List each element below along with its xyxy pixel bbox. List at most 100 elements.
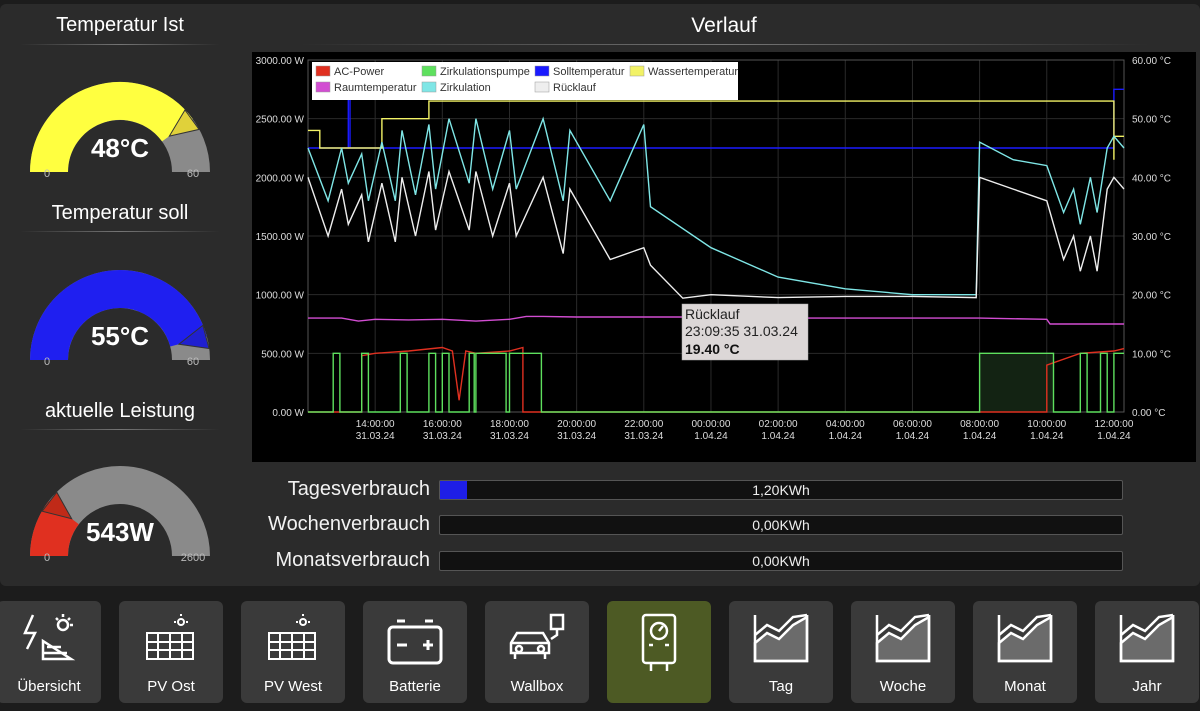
y-left-tick-label: 1000.00 W (256, 291, 305, 302)
gauge-title-aktuelle-leistung: aktuelle Leistung (44, 400, 196, 422)
gauge-max-label: 60 (187, 356, 199, 368)
gauge-aktuelle-leistung: 543W 0 2600 (30, 466, 210, 564)
consumption-value: 0,00KWh (752, 517, 810, 533)
consumption-label: Monatsverbrauch (275, 549, 430, 571)
consumption-value: 1,20KWh (752, 482, 810, 498)
legend-swatch (421, 81, 437, 93)
y-right-tick-label: 50.00 °C (1132, 115, 1171, 126)
water-heater-icon (641, 613, 677, 671)
x-tick-date-label: 1.04.24 (694, 431, 728, 442)
gauge-max-label: 2600 (181, 552, 205, 564)
nav-button-jahr[interactable]: Jahr (1095, 601, 1199, 703)
nav-label: Wallbox (510, 678, 564, 695)
x-tick-date-label: 31.03.24 (624, 431, 663, 442)
gauge-max-label: 60 (187, 168, 199, 180)
gauge-title-temperatur-ist: Temperatur Ist (56, 14, 184, 36)
gauge-min-label: 0 (44, 552, 50, 564)
legend-swatch (315, 81, 331, 93)
x-tick-label: 00:00:00 (691, 419, 730, 430)
x-tick-label: 08:00:00 (960, 419, 999, 430)
gauge-divider (20, 429, 220, 430)
pump-active-area (979, 353, 1054, 412)
x-tick-date-label: 1.04.24 (963, 431, 997, 442)
nav-button-monat[interactable]: Monat (973, 601, 1077, 703)
gauge-divider (20, 231, 220, 232)
area-chart-icon (753, 613, 809, 663)
nav-button-woche[interactable]: Woche (851, 601, 955, 703)
legend-swatch (629, 65, 645, 77)
nav-label: Monat (1004, 678, 1046, 695)
gauge-temperatur-soll: 55°C 0 60 (30, 270, 210, 368)
nav-button-pv-ost[interactable]: PV Ost (119, 601, 223, 703)
x-tick-label: 16:00:00 (423, 419, 462, 430)
gauge-value-arc (30, 501, 80, 557)
tooltip-title: Rücklauf (685, 306, 740, 322)
legend-swatch (421, 65, 437, 77)
nav-button-warmwasser[interactable] (607, 601, 711, 703)
bottom-navigation: Übersicht PV Ost PV West Batterie Wallbo… (0, 592, 1200, 711)
consumption-bar: 0,00KWh (439, 551, 1123, 571)
solar-panel-icon (146, 614, 194, 660)
gauge-temperatur-ist: 48°C 0 60 (30, 82, 210, 180)
consumption-label: Wochenverbrauch (268, 513, 430, 535)
y-right-tick-label: 0.00 °C (1132, 408, 1165, 419)
x-tick-label: 12:00:00 (1094, 419, 1133, 430)
x-tick-label: 22:00:00 (624, 419, 663, 430)
area-chart-icon (875, 613, 931, 663)
x-tick-label: 06:00:00 (893, 419, 932, 430)
chart-container[interactable]: 3000.00 W 2500.00 W 2000.00 W 1500.00 W 1000… (252, 52, 1196, 462)
legend-swatch (315, 65, 331, 77)
y-right-tick-label: 10.00 °C (1132, 349, 1171, 360)
legend-label: Raumtemperatur (334, 82, 417, 94)
tooltip-value: 19.40 °C (685, 341, 740, 357)
x-tick-date-label: 1.04.24 (896, 431, 930, 442)
nav-label: Jahr (1132, 678, 1162, 695)
series-line-zirkulation (307, 116, 1125, 296)
legend-label: AC-Power (334, 66, 384, 78)
nav-button-pv-west[interactable]: PV West (241, 601, 345, 703)
consumption-row-week: Wochenverbrauch 0,00KWh (252, 511, 1196, 537)
x-tick-date-label: 31.03.24 (490, 431, 529, 442)
nav-button-tag[interactable]: Tag (729, 601, 833, 703)
chart-title-divider (300, 44, 1150, 45)
legend-label: Solltemperatur (553, 66, 625, 78)
solar-panel-icon (268, 614, 316, 660)
y-left-tick-label: 2000.00 W (256, 173, 305, 184)
legend-label: Wassertemperatur (648, 66, 738, 78)
y-left-tick-label: 1500.00 W (256, 232, 305, 243)
gauge-min-label: 0 (44, 356, 50, 368)
consumption-value: 0,00KWh (752, 553, 810, 569)
nav-button-wallbox[interactable]: Wallbox (485, 601, 589, 703)
tooltip-timestamp: 23:09:35 31.03.24 (685, 323, 798, 339)
x-tick-date-label: 1.04.24 (829, 431, 863, 442)
solar-panel-sun-icon (23, 614, 76, 661)
gauge-divider (20, 44, 220, 45)
nav-label: Woche (879, 678, 927, 695)
legend-swatch (534, 81, 550, 93)
nav-label: Batterie (389, 678, 441, 695)
consumption-bar: 1,20KWh (439, 480, 1123, 500)
y-left-tick-label: 3000.00 W (256, 56, 305, 67)
legend-label: Zirkulation (440, 82, 491, 94)
series-line-wassertemperatur (308, 100, 1124, 160)
x-tick-label: 18:00:00 (490, 419, 529, 430)
history-chart[interactable]: 3000.00 W 2500.00 W 2000.00 W 1500.00 W 1000… (252, 52, 1196, 462)
y-left-tick-label: 500.00 W (261, 349, 304, 360)
x-tick-date-label: 1.04.24 (761, 431, 795, 442)
y-left-tick-label: 0.00 W (272, 408, 304, 419)
chart-title: Verlauf (691, 14, 757, 37)
nav-button-batterie[interactable]: Batterie (363, 601, 467, 703)
series-line-r-cklauf (307, 168, 1125, 299)
x-tick-label: 14:00:00 (356, 419, 395, 430)
consumption-row-month: Monatsverbrauch 0,00KWh (252, 547, 1196, 573)
legend-swatch (534, 65, 550, 77)
car-charger-icon (509, 613, 565, 659)
gauge-min-label: 0 (44, 168, 50, 180)
x-tick-label: 04:00:00 (826, 419, 865, 430)
nav-button-uebersicht[interactable]: Übersicht (0, 601, 101, 703)
area-chart-icon (997, 613, 1053, 663)
x-tick-date-label: 1.04.24 (1030, 431, 1064, 442)
nav-label: PV Ost (147, 678, 195, 695)
y-right-tick-label: 30.00 °C (1132, 232, 1171, 243)
consumption-label: Tagesverbrauch (287, 478, 430, 500)
